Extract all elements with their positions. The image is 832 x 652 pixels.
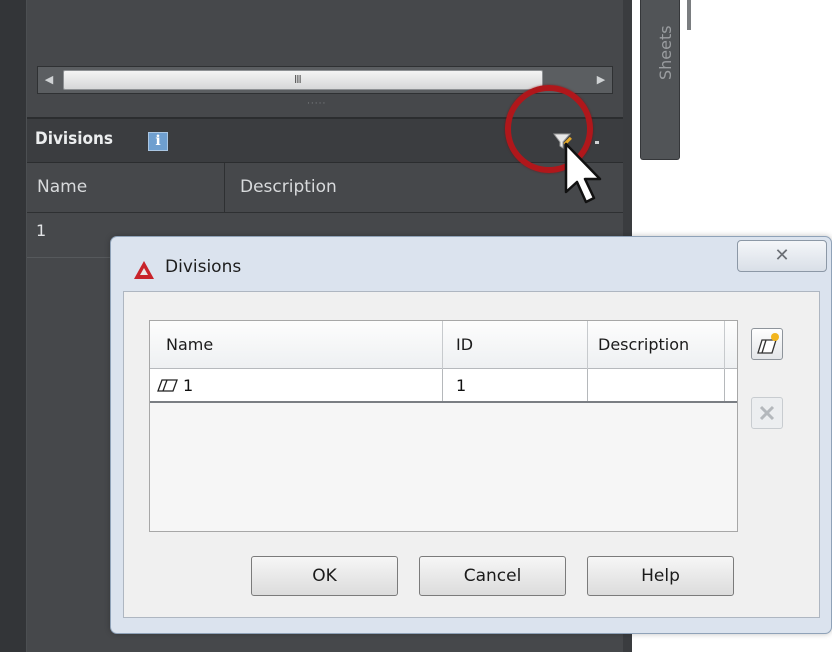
column-name[interactable]: Name — [37, 177, 87, 197]
column-divider — [724, 321, 725, 369]
ok-button[interactable]: OK — [251, 556, 398, 596]
row-name: 1 — [36, 221, 47, 240]
divisions-dialog: Divisions ✕ Name ID Description 1 1 OK C… — [110, 236, 832, 634]
mouse-pointer-icon — [564, 142, 602, 204]
add-division-icon — [757, 333, 779, 354]
scroll-left-arrow-icon[interactable]: ◀ — [42, 73, 56, 87]
column-name[interactable]: Name — [166, 335, 213, 354]
column-id[interactable]: ID — [456, 335, 473, 354]
info-icon[interactable]: i — [148, 132, 168, 151]
delete-division-button[interactable] — [751, 397, 783, 429]
column-description[interactable]: Description — [240, 177, 337, 197]
table-row[interactable]: 1 1 — [150, 369, 737, 403]
divisions-title: Divisions — [35, 129, 113, 149]
column-divider — [224, 163, 225, 212]
tab-sheets-label: Sheets — [656, 25, 675, 80]
division-icon — [157, 379, 178, 392]
cell-divider — [587, 369, 588, 401]
column-divider — [587, 321, 588, 369]
palette-left-strip — [0, 0, 27, 652]
help-button[interactable]: Help — [587, 556, 734, 596]
grid-empty-area — [150, 403, 737, 531]
dialog-body: Name ID Description 1 1 OK Cancel Help — [123, 291, 820, 618]
grid-header: Name ID Description — [150, 321, 737, 369]
column-divider — [442, 321, 443, 369]
row-name[interactable]: 1 — [183, 376, 193, 395]
scrollbar-grip: III — [294, 73, 302, 86]
scroll-right-arrow-icon[interactable]: ▶ — [594, 73, 608, 87]
tab-sheets[interactable]: Sheets — [640, 0, 680, 160]
dialog-title: Divisions — [165, 257, 242, 277]
autocad-icon — [134, 261, 154, 279]
cell-divider — [442, 369, 443, 401]
scrollbar-thumb[interactable]: III — [63, 70, 543, 90]
add-division-button[interactable] — [751, 328, 783, 360]
delete-division-icon — [759, 405, 775, 421]
palette-edge-marker — [687, 0, 691, 30]
splitter-handle[interactable]: ····· — [307, 99, 326, 109]
column-description[interactable]: Description — [598, 335, 689, 354]
row-id[interactable]: 1 — [456, 376, 466, 395]
cancel-button[interactable]: Cancel — [419, 556, 566, 596]
cell-divider — [724, 369, 725, 401]
close-button[interactable]: ✕ — [737, 240, 827, 272]
divisions-grid: Name ID Description 1 1 — [149, 320, 738, 532]
